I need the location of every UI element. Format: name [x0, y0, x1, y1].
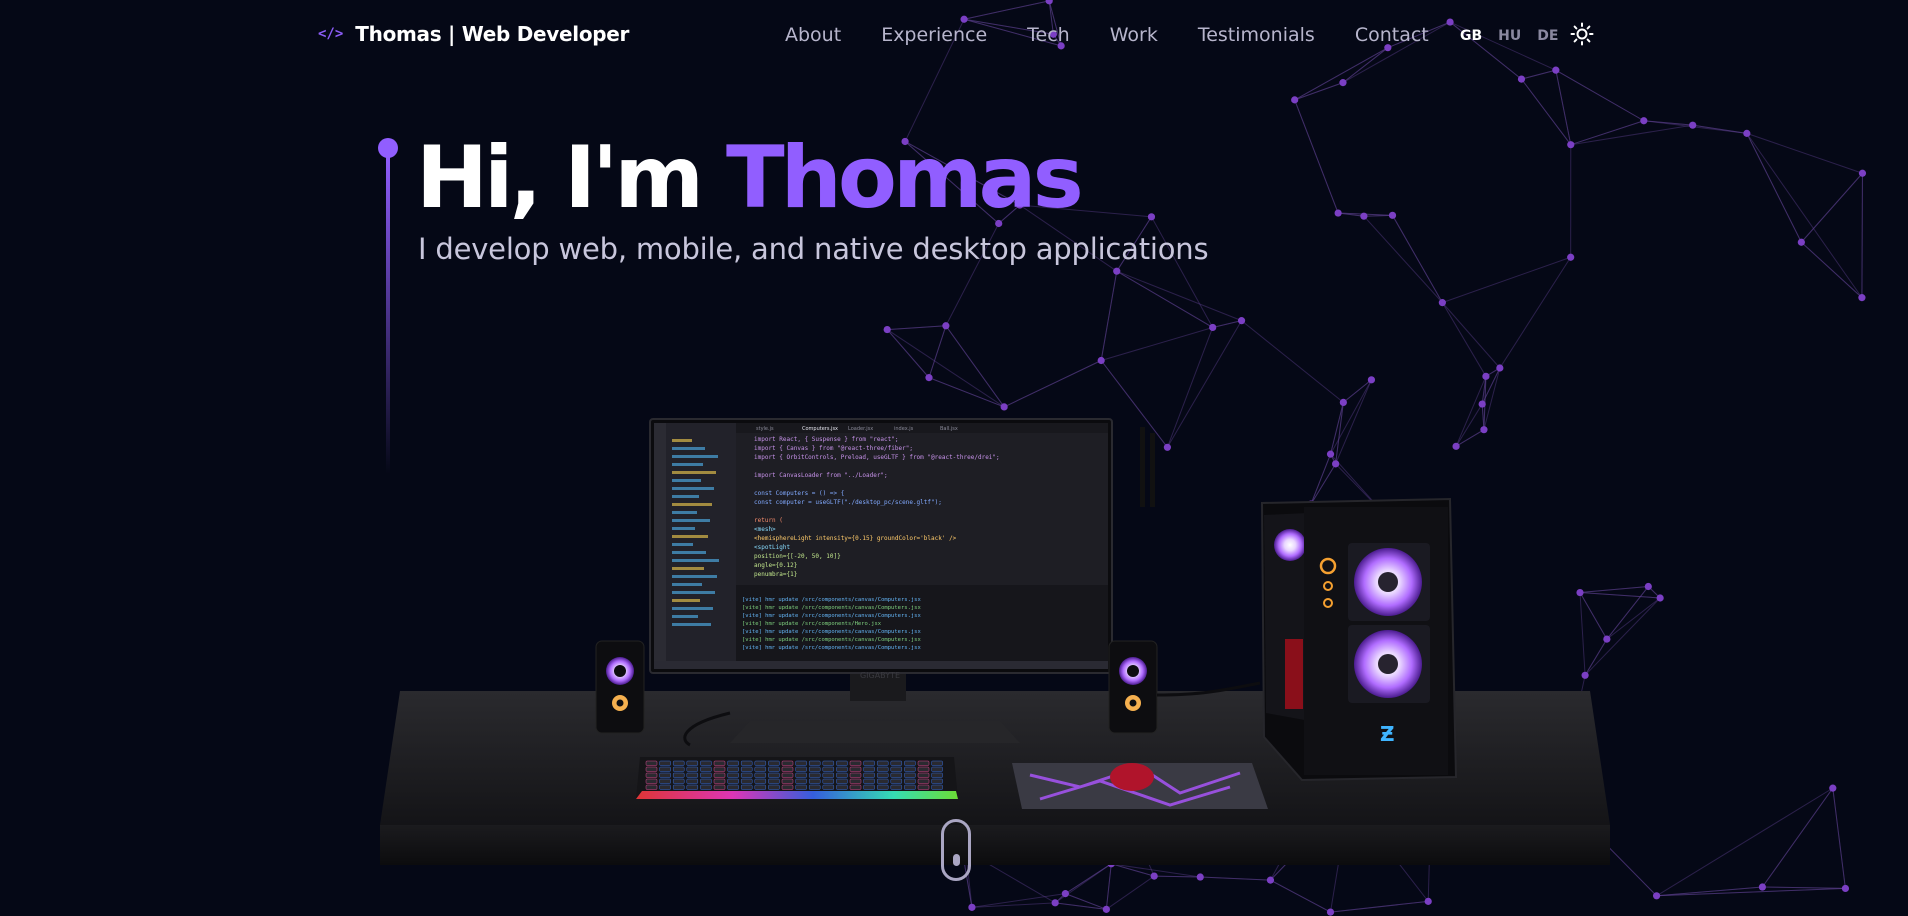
language-de[interactable]: DE	[1537, 28, 1558, 44]
nav-link-tech[interactable]: Tech	[1027, 24, 1070, 46]
hero-name: Thomas	[725, 128, 1084, 228]
svg-text:index.js: index.js	[894, 426, 914, 432]
left-speaker	[595, 640, 645, 734]
nav-link-testimonials[interactable]: Testimonials	[1198, 24, 1315, 46]
svg-text:import CanvasLoader from "../L: import CanvasLoader from "../Loader";	[754, 472, 888, 479]
svg-text:import React, { Suspense } fro: import React, { Suspense } from "react";	[754, 436, 899, 443]
nav-link-contact[interactable]: Contact	[1355, 24, 1429, 46]
svg-text:return (: return (	[754, 517, 783, 524]
desktop-pc-3d-illustration[interactable]: style.js Computers.jsx Loader.jsx index.js B…	[380, 395, 1610, 895]
hero-section: Hi, I'm Thomas I develop web, mobile, an…	[0, 0, 1908, 916]
svg-text:<mesh>: <mesh>	[754, 526, 776, 533]
svg-text:penumbra={1}: penumbra={1}	[754, 571, 797, 578]
mouse	[1110, 763, 1154, 791]
svg-text:Ball.jsx: Ball.jsx	[940, 426, 958, 432]
svg-text:Computers.jsx: Computers.jsx	[802, 426, 838, 432]
mouse-scroll-icon[interactable]	[941, 819, 971, 881]
sun-icon[interactable]	[1570, 22, 1594, 46]
svg-text:const computer = useGLTF("./de: const computer = useGLTF("./desktop_pc/s…	[754, 499, 942, 506]
svg-text:style.js: style.js	[756, 426, 774, 432]
scroll-dot	[953, 854, 960, 866]
svg-text:Loader.jsx: Loader.jsx	[848, 426, 873, 432]
navbar: </> Thomas | Web Developer About Experie…	[0, 0, 1908, 74]
language-switcher: GB HU DE	[1460, 28, 1558, 44]
monitor-brand-label: GIGABYTE	[860, 671, 900, 680]
svg-text:[vite] hmr update /src/compone: [vite] hmr update /src/components/canvas…	[742, 605, 921, 611]
code-editor-screen: style.js Computers.jsx Loader.jsx index.js B…	[654, 423, 1108, 669]
hero-subtitle: I develop web, mobile, and native deskto…	[418, 232, 1209, 266]
svg-text:<spotLight: <spotLight	[754, 544, 791, 551]
svg-text:[vite] hmr update /src/compone: [vite] hmr update /src/components/canvas…	[742, 637, 921, 643]
keyboard	[636, 757, 958, 799]
svg-text:[vite] hmr update /src/compone: [vite] hmr update /src/components/canvas…	[742, 645, 921, 651]
svg-text:const Computers = () => {: const Computers = () => {	[754, 490, 844, 497]
language-hu[interactable]: HU	[1498, 28, 1521, 44]
svg-text:import { Canvas } from "@react: import { Canvas } from "@react-three/fib…	[754, 445, 913, 452]
svg-text:[vite] hmr update /src/compone: [vite] hmr update /src/components/canvas…	[742, 597, 921, 603]
nav-link-work[interactable]: Work	[1110, 24, 1158, 46]
hero-title: Hi, I'm Thomas	[416, 118, 1084, 238]
brand-divider: |	[448, 22, 456, 46]
hero-greeting: Hi, I'm	[416, 128, 704, 228]
svg-text:[vite] hmr update /src/compone: [vite] hmr update /src/components/Hero.j…	[742, 621, 882, 627]
svg-text:position={[-20, 50, 10]}: position={[-20, 50, 10]}	[754, 553, 841, 560]
svg-text:import { OrbitControls, Preloa: import { OrbitControls, Preload, useGLTF…	[754, 454, 1000, 461]
svg-text:angle={0.12}: angle={0.12}	[754, 562, 797, 569]
right-speaker	[1108, 640, 1158, 734]
svg-text:[vite] hmr update /src/compone: [vite] hmr update /src/components/canvas…	[742, 613, 921, 619]
language-gb[interactable]: GB	[1460, 28, 1482, 44]
monitor-stand-base	[730, 721, 1020, 743]
nav-link-about[interactable]: About	[785, 24, 841, 46]
svg-text:<hemisphereLight intensity={0.: <hemisphereLight intensity={0.15} ground…	[754, 535, 957, 542]
desk-front	[380, 825, 1610, 865]
nav-links: About Experience Tech Work Testimonials …	[785, 24, 1429, 46]
brand-logo-link[interactable]: </> Thomas | Web Developer	[318, 22, 629, 46]
brand-role: Web Developer	[461, 22, 630, 46]
svg-text:[vite] hmr update /src/compone: [vite] hmr update /src/components/canvas…	[742, 629, 921, 635]
nav-link-experience[interactable]: Experience	[881, 24, 987, 46]
svg-text:Ƶ: Ƶ	[1380, 722, 1395, 746]
code-icon: </>	[318, 26, 344, 42]
brand-name: Thomas	[355, 22, 442, 46]
